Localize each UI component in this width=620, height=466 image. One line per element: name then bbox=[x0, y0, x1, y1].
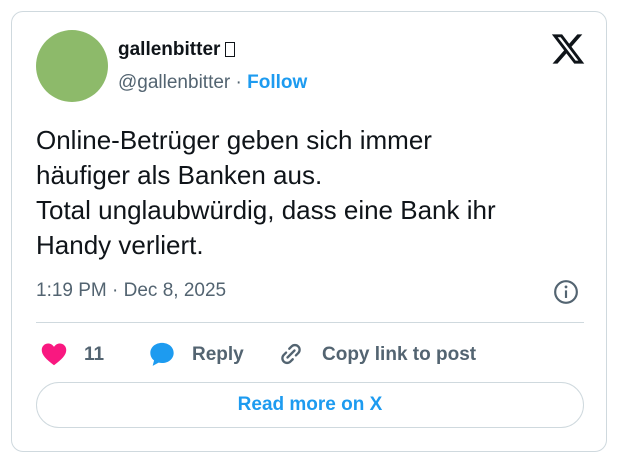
reply-label: Reply bbox=[192, 344, 244, 365]
author-handle[interactable]: @gallenbitter bbox=[118, 72, 230, 93]
link-icon bbox=[281, 343, 301, 365]
speech-bubble-icon bbox=[150, 342, 174, 366]
tweet-line: Total unglaubwürdig, dass eine Bank ihr bbox=[36, 195, 496, 225]
tweet-line: Handy verliert. bbox=[36, 230, 204, 260]
x-logo-icon[interactable] bbox=[550, 31, 586, 67]
avatar[interactable] bbox=[36, 30, 108, 102]
handle-separator: · bbox=[230, 72, 248, 93]
like-button[interactable]: 11 bbox=[40, 338, 120, 370]
tweet-line: Online-Betrüger geben sich immer bbox=[36, 125, 432, 155]
author-handle-row: @gallenbitter · Follow bbox=[118, 72, 307, 94]
info-icon[interactable] bbox=[553, 279, 579, 305]
copy-link-button[interactable]: Copy link to post bbox=[277, 338, 497, 370]
reply-button[interactable]: Reply bbox=[148, 338, 258, 370]
tweet-line: häufiger als Banken aus. bbox=[36, 160, 323, 190]
read-more-button[interactable]: Read more on X bbox=[36, 382, 584, 428]
tweet-timestamp[interactable]: 1:19 PM · Dec 8, 2025 bbox=[36, 280, 226, 302]
heart-icon bbox=[41, 343, 67, 366]
like-count: 11 bbox=[84, 344, 105, 365]
tweet-text: Online-Betrüger geben sich immer häufige… bbox=[36, 123, 592, 263]
tweet-card: gallenbitter @gallenbitter · Follow Onli… bbox=[11, 11, 607, 452]
divider bbox=[36, 322, 584, 323]
follow-button[interactable]: Follow bbox=[247, 72, 307, 93]
author-name-row[interactable]: gallenbitter bbox=[118, 39, 236, 61]
copy-link-label: Copy link to post bbox=[322, 344, 477, 365]
missing-glyph-icon bbox=[225, 42, 236, 57]
author-display-name[interactable]: gallenbitter bbox=[118, 39, 220, 60]
